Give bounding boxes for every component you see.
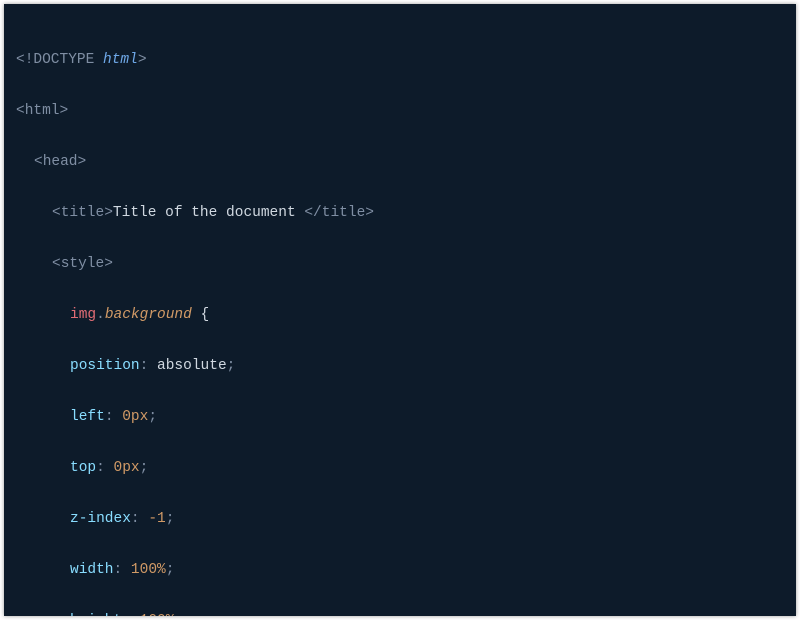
doctype-close: > [138, 52, 147, 68]
code-line: <!DOCTYPE html> [16, 48, 784, 74]
doctype-open: <!DOCTYPE [16, 52, 103, 68]
code-line: left: 0px; [16, 405, 784, 431]
css-value: -1 [148, 511, 165, 527]
css-value: absolute [157, 358, 227, 374]
code-line: height: 100%; [16, 609, 784, 617]
selector-element: img [70, 307, 96, 323]
css-prop: left [70, 409, 105, 425]
css-prop: height [70, 613, 122, 617]
css-value: 0px [114, 460, 140, 476]
css-value: 100% [140, 613, 175, 617]
css-prop: top [70, 460, 96, 476]
css-value: 0px [122, 409, 148, 425]
css-prop: z-index [70, 511, 131, 527]
code-line: width: 100%; [16, 558, 784, 584]
code-line: top: 0px; [16, 456, 784, 482]
tag-title-close: </title> [304, 205, 374, 221]
tag-style-open: <style> [52, 256, 113, 272]
tag-title-open: <title> [52, 205, 113, 221]
tag-html-open: <html> [16, 103, 68, 119]
css-value: 100% [131, 562, 166, 578]
css-prop: position [70, 358, 140, 374]
code-line: <style> [16, 252, 784, 278]
doctype-name: html [103, 52, 138, 68]
code-line: z-index: -1; [16, 507, 784, 533]
css-prop: width [70, 562, 114, 578]
brace-open: { [192, 307, 209, 323]
selector-dot: . [96, 307, 105, 323]
code-line: <html> [16, 99, 784, 125]
code-line: <title>Title of the document </title> [16, 201, 784, 227]
title-text: Title of the document [113, 205, 304, 221]
code-editor: <!DOCTYPE html> <html> <head> <title>Tit… [4, 4, 796, 616]
tag-head-open: <head> [34, 154, 86, 170]
code-line: <head> [16, 150, 784, 176]
code-line: img.background { [16, 303, 784, 329]
code-line: position: absolute; [16, 354, 784, 380]
selector-class: background [105, 307, 192, 323]
